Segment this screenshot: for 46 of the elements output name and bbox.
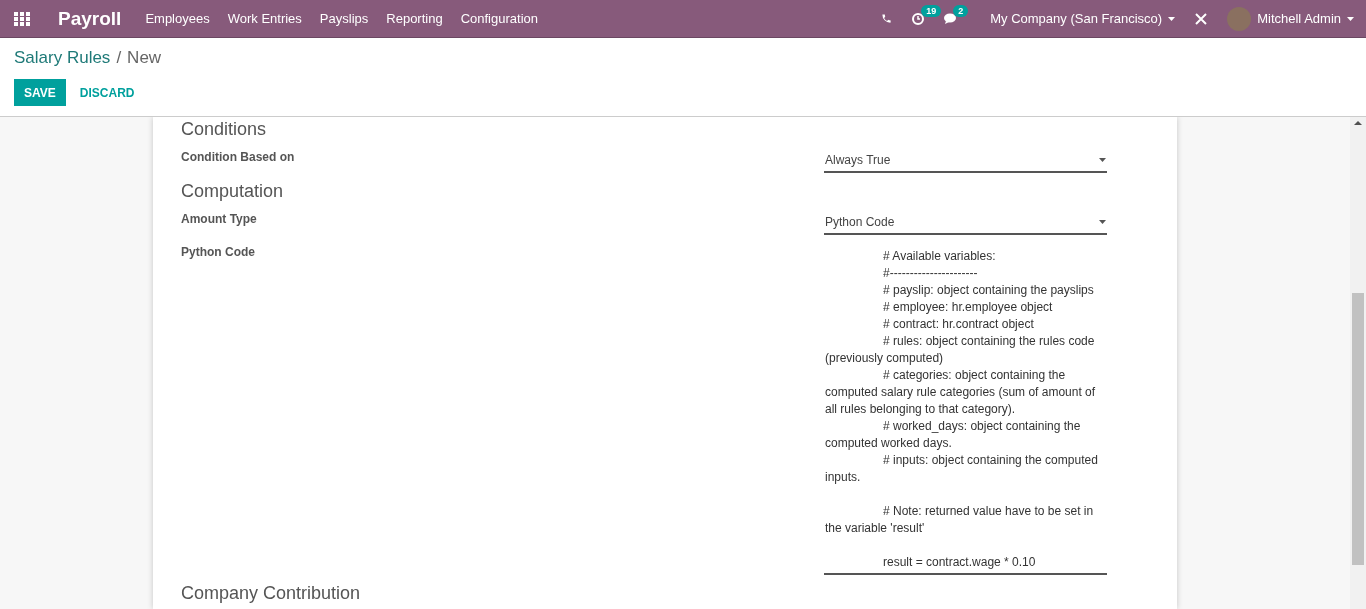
caret-icon	[1168, 16, 1176, 21]
select-field[interactable]: Always True	[824, 148, 1107, 173]
field-label: Python Code	[181, 244, 255, 261]
menu-item[interactable]: Employees	[145, 11, 210, 26]
apps-menu-icon[interactable]	[14, 11, 30, 26]
discard-button[interactable]: DISCARD	[69, 79, 145, 106]
code-line: # payslip: object containing the payslips	[882, 282, 1095, 299]
save-button[interactable]: SAVE	[14, 79, 66, 106]
chat-icon[interactable]	[944, 12, 959, 25]
code-line: # categories: object containing the computed salary rule categories (sum of amount of all rules belonging to that category).	[825, 367, 1097, 418]
code-line: # employee: hr.employee object	[882, 299, 1054, 316]
user-avatar	[1227, 6, 1252, 31]
menu-item[interactable]: Configuration	[460, 11, 538, 26]
code-line: # Note: returned value have to be set in the variable 'result'	[825, 503, 1095, 537]
code-line: # inputs: object containing the computed inputs.	[825, 452, 1099, 486]
code-line: # worked_days: object containing the computed worked days.	[825, 418, 1082, 452]
section-title: Company Contribution	[181, 583, 362, 604]
caret-icon	[1099, 157, 1106, 162]
company-switcher[interactable]: My Company (San Francisco)	[990, 11, 1176, 26]
section-title: Computation	[181, 181, 285, 202]
code-line: #----------------------	[882, 265, 979, 282]
user-menu[interactable]: Mitchell Admin	[1227, 6, 1354, 31]
field-label: Condition Based on	[181, 149, 295, 166]
select-field[interactable]: Python Code	[824, 210, 1107, 235]
phone-icon[interactable]	[881, 13, 893, 24]
breadcrumb-separator: /	[116, 48, 122, 68]
breadcrumb-current: New	[127, 48, 162, 68]
menu-item[interactable]: Payslips	[319, 11, 369, 26]
scrollbar-thumb[interactable]	[1352, 293, 1364, 565]
code-line: result = contract.wage * 0.10	[882, 554, 1037, 571]
clock-icon[interactable]	[912, 12, 925, 25]
menu-item[interactable]: Reporting	[386, 11, 443, 26]
caret-icon	[1099, 219, 1106, 224]
message-count-badge: 2	[953, 4, 969, 17]
app-title: Payroll	[58, 7, 122, 30]
field-label: Amount Type	[181, 211, 257, 228]
section-title: Conditions	[181, 119, 268, 140]
caret-icon	[1347, 16, 1354, 21]
code-line: # contract: hr.contract object	[882, 316, 1035, 333]
menu-item[interactable]: Work Entries	[227, 11, 302, 26]
scrollbar[interactable]	[1350, 117, 1366, 609]
activity-count-badge: 19	[921, 4, 942, 17]
code-line: # rules: object containing the rules code (previously computed)	[825, 333, 1096, 367]
tools-icon[interactable]	[1195, 12, 1208, 25]
breadcrumb-link[interactable]: Salary Rules	[14, 48, 111, 68]
code-line: # Available variables:	[882, 248, 997, 265]
